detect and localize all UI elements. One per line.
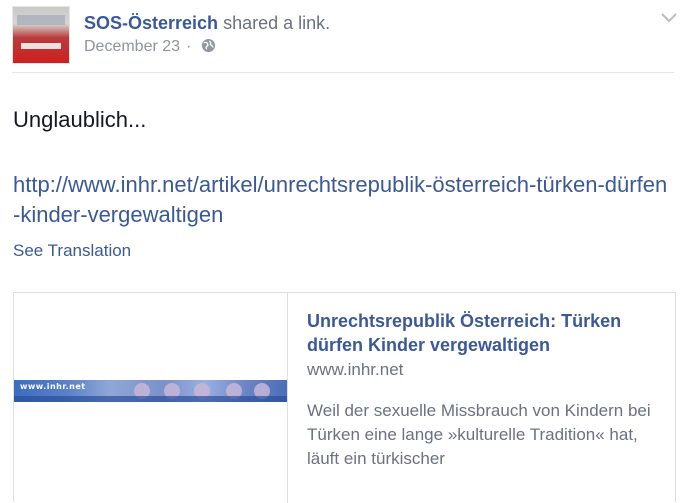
attachment-body: Unrechtsrepublik Österreich: Türken dürf… [307, 309, 669, 471]
attachment-title[interactable]: Unrechtsrepublik Österreich: Türken dürf… [307, 309, 669, 357]
post-header: SOS-Österreich shared a link. December 2… [0, 0, 686, 74]
post-action: shared a link. [223, 13, 331, 33]
chevron-down-icon[interactable] [660, 12, 678, 24]
thumbnail-banner: www.inhr.net [14, 380, 287, 402]
avatar[interactable] [12, 6, 70, 64]
author-name[interactable]: SOS-Österreich [84, 13, 218, 33]
meta-separator: · [186, 38, 192, 55]
author-line: SOS-Österreich shared a link. [84, 12, 330, 34]
thumbnail-faces [134, 383, 284, 399]
post-meta: December 23 · [84, 37, 216, 57]
attachment-description: Weil der sexuelle Missbrauch von Kindern… [307, 401, 651, 468]
post-date[interactable]: December 23 [84, 38, 180, 55]
thumbnail-bar [14, 396, 287, 402]
post-message: Unglaublich... [13, 107, 147, 132]
attachment-domain: www.inhr.net [307, 360, 404, 379]
attachment-thumbnail[interactable]: www.inhr.net [14, 293, 288, 503]
link-attachment[interactable]: www.inhr.net Unrechtsrepublik Österreich… [13, 292, 676, 503]
see-translation-link[interactable]: See Translation [13, 240, 131, 262]
avatar-stripe-light [21, 43, 61, 49]
header-divider [12, 72, 674, 73]
avatar-stripe [17, 15, 65, 25]
post-link[interactable]: http://www.inhr.net/artikel/unrechtsrepu… [13, 170, 673, 230]
thumbnail-logo: www.inhr.net [20, 382, 86, 391]
globe-icon[interactable] [201, 38, 216, 53]
